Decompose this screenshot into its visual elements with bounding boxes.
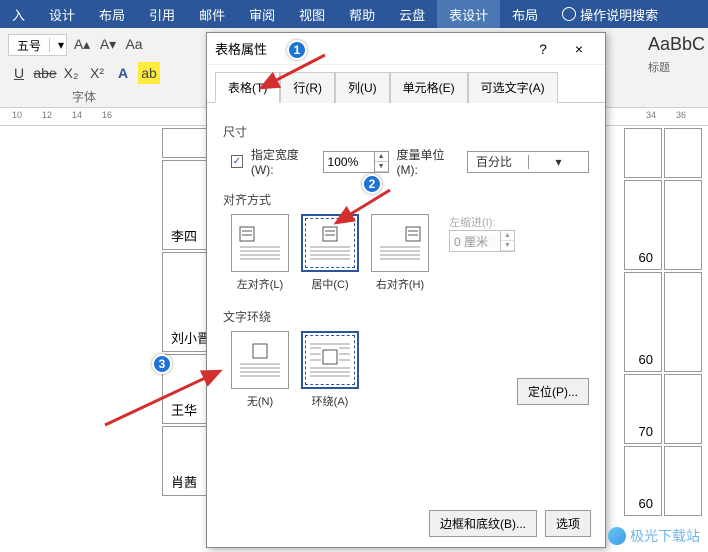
left-indent-label: 左缩进(I): <box>449 214 515 230</box>
tab-column[interactable]: 列(U) <box>335 72 390 103</box>
lightbulb-icon <box>562 7 576 21</box>
table-cell[interactable]: 60 <box>624 180 662 270</box>
table-row: 60 <box>624 272 702 372</box>
align-right-option[interactable] <box>371 214 429 272</box>
align-center-label: 居中(C) <box>301 276 359 292</box>
help-button[interactable]: ? <box>525 41 561 57</box>
font-size-combo[interactable]: 五号 ▾ <box>8 34 67 56</box>
ribbon-tab-insert[interactable]: 入 <box>0 0 37 28</box>
annotation-badge-3: 3 <box>152 354 172 374</box>
tell-me-search[interactable]: 操作说明搜索 <box>550 0 670 28</box>
specify-width-checkbox[interactable]: ✓ <box>231 155 243 168</box>
watermark-text: 极光下载站 <box>630 526 700 546</box>
watermark: 极光下载站 <box>608 526 700 546</box>
spinner-down-icon[interactable]: ▼ <box>375 162 388 172</box>
table-cell[interactable]: 60 <box>624 446 662 516</box>
specify-width-label: 指定宽度(W): <box>251 146 315 177</box>
dialog-title: 表格属性 <box>215 39 267 58</box>
underline-button[interactable]: U <box>8 62 30 84</box>
ruler-tick: 36 <box>676 110 686 120</box>
table-row: 70 <box>624 374 702 444</box>
align-right-label: 右对齐(H) <box>371 276 429 292</box>
spinner-up-icon[interactable]: ▲ <box>375 152 388 162</box>
strikethrough-button[interactable]: abe <box>34 62 56 84</box>
dialog-body: 尺寸 ✓ 指定宽度(W): ▲▼ 度量单位(M): 百分比 ▾ 对齐方式 左对齐… <box>207 103 605 421</box>
ruler-tick: 16 <box>102 110 112 120</box>
ribbon-tab-table-design[interactable]: 表设计 <box>437 0 500 28</box>
tab-row[interactable]: 行(R) <box>280 72 335 103</box>
ribbon-tab-mailings[interactable]: 邮件 <box>187 0 237 28</box>
tell-me-label: 操作说明搜索 <box>580 5 658 24</box>
grow-font-icon[interactable]: A▴ <box>71 33 93 55</box>
highlight-button[interactable]: ab <box>138 62 160 84</box>
ribbon-tab-review[interactable]: 审阅 <box>237 0 287 28</box>
style-name: 标题 <box>644 59 704 75</box>
font-group-label: 字体 <box>0 88 168 105</box>
dialog-tabs: 表格(T) 行(R) 列(U) 单元格(E) 可选文字(A) <box>207 65 605 103</box>
wrap-none-label: 无(N) <box>231 393 289 409</box>
options-button[interactable]: 选项 <box>545 510 591 537</box>
table-cell[interactable]: 60 <box>624 272 662 372</box>
align-center-option[interactable] <box>301 214 359 272</box>
document-table-right[interactable]: 60 60 70 60 <box>622 126 704 518</box>
tab-alt-text[interactable]: 可选文字(A) <box>468 72 558 103</box>
ribbon-tab-design[interactable]: 设计 <box>37 0 87 28</box>
tab-cell[interactable]: 单元格(E) <box>390 72 468 103</box>
ribbon-tab-cloud[interactable]: 云盘 <box>387 0 437 28</box>
size-section-label: 尺寸 <box>223 123 589 140</box>
subscript-button[interactable]: X₂ <box>60 62 82 84</box>
annotation-badge-2: 2 <box>362 174 382 194</box>
font-size-value: 五号 <box>9 37 49 54</box>
left-indent-spinner: ▲▼ <box>449 230 515 252</box>
chevron-down-icon: ▾ <box>528 155 588 169</box>
unit-combo[interactable]: 百分比 ▾ <box>467 151 589 173</box>
position-button[interactable]: 定位(P)... <box>517 378 589 405</box>
dialog-titlebar[interactable]: 表格属性 ? × <box>207 33 605 65</box>
dialog-footer: 边框和底纹(B)... 选项 <box>429 510 591 537</box>
align-left-option[interactable] <box>231 214 289 272</box>
ribbon-tabs: 入 设计 布局 引用 邮件 审阅 视图 帮助 云盘 表设计 布局 操作说明搜索 <box>0 0 708 28</box>
tab-table[interactable]: 表格(T) <box>215 72 280 103</box>
style-sample: AaBbC <box>644 30 704 59</box>
width-spinner[interactable]: ▲▼ <box>323 151 389 173</box>
wrap-section-label: 文字环绕 <box>223 308 589 325</box>
ruler-tick: 34 <box>646 110 656 120</box>
spinner-down-icon: ▼ <box>501 241 514 251</box>
align-left-label: 左对齐(L) <box>231 276 289 292</box>
left-indent-input <box>450 234 500 248</box>
superscript-button[interactable]: X² <box>86 62 108 84</box>
ruler-tick: 10 <box>12 110 22 120</box>
styles-gallery[interactable]: AaBbC 标题 <box>644 30 704 75</box>
text-effects-button[interactable]: A <box>112 62 134 84</box>
table-cell[interactable]: 70 <box>624 374 662 444</box>
ribbon-tab-view[interactable]: 视图 <box>287 0 337 28</box>
font-group: 五号 ▾ A▴ A▾ Aa U abe X₂ X² A ab 字体 <box>0 28 168 107</box>
ruler-tick: 12 <box>42 110 52 120</box>
table-properties-dialog: 表格属性 ? × 表格(T) 行(R) 列(U) 单元格(E) 可选文字(A) … <box>206 32 606 548</box>
close-button[interactable]: × <box>561 41 597 57</box>
wrap-around-label: 环绕(A) <box>301 393 359 409</box>
width-input[interactable] <box>324 155 374 169</box>
borders-shading-button[interactable]: 边框和底纹(B)... <box>429 510 537 537</box>
ribbon-tab-layout[interactable]: 布局 <box>87 0 137 28</box>
ribbon-tab-references[interactable]: 引用 <box>137 0 187 28</box>
table-row: 60 <box>624 180 702 270</box>
ribbon-tab-help[interactable]: 帮助 <box>337 0 387 28</box>
ruler-tick: 14 <box>72 110 82 120</box>
wrap-around-option[interactable] <box>301 331 359 389</box>
spinner-up-icon: ▲ <box>501 231 514 241</box>
ribbon-tab-table-layout[interactable]: 布局 <box>500 0 550 28</box>
annotation-badge-1: 1 <box>287 40 307 60</box>
table-row: 60 <box>624 446 702 516</box>
wrap-none-option[interactable] <box>231 331 289 389</box>
align-section-label: 对齐方式 <box>223 191 589 208</box>
unit-label: 度量单位(M): <box>397 146 459 177</box>
unit-value: 百分比 <box>468 153 528 170</box>
shrink-font-icon[interactable]: A▾ <box>97 33 119 55</box>
chevron-down-icon: ▾ <box>49 38 66 52</box>
change-case-icon[interactable]: Aa <box>123 33 145 55</box>
watermark-logo-icon <box>608 527 626 545</box>
